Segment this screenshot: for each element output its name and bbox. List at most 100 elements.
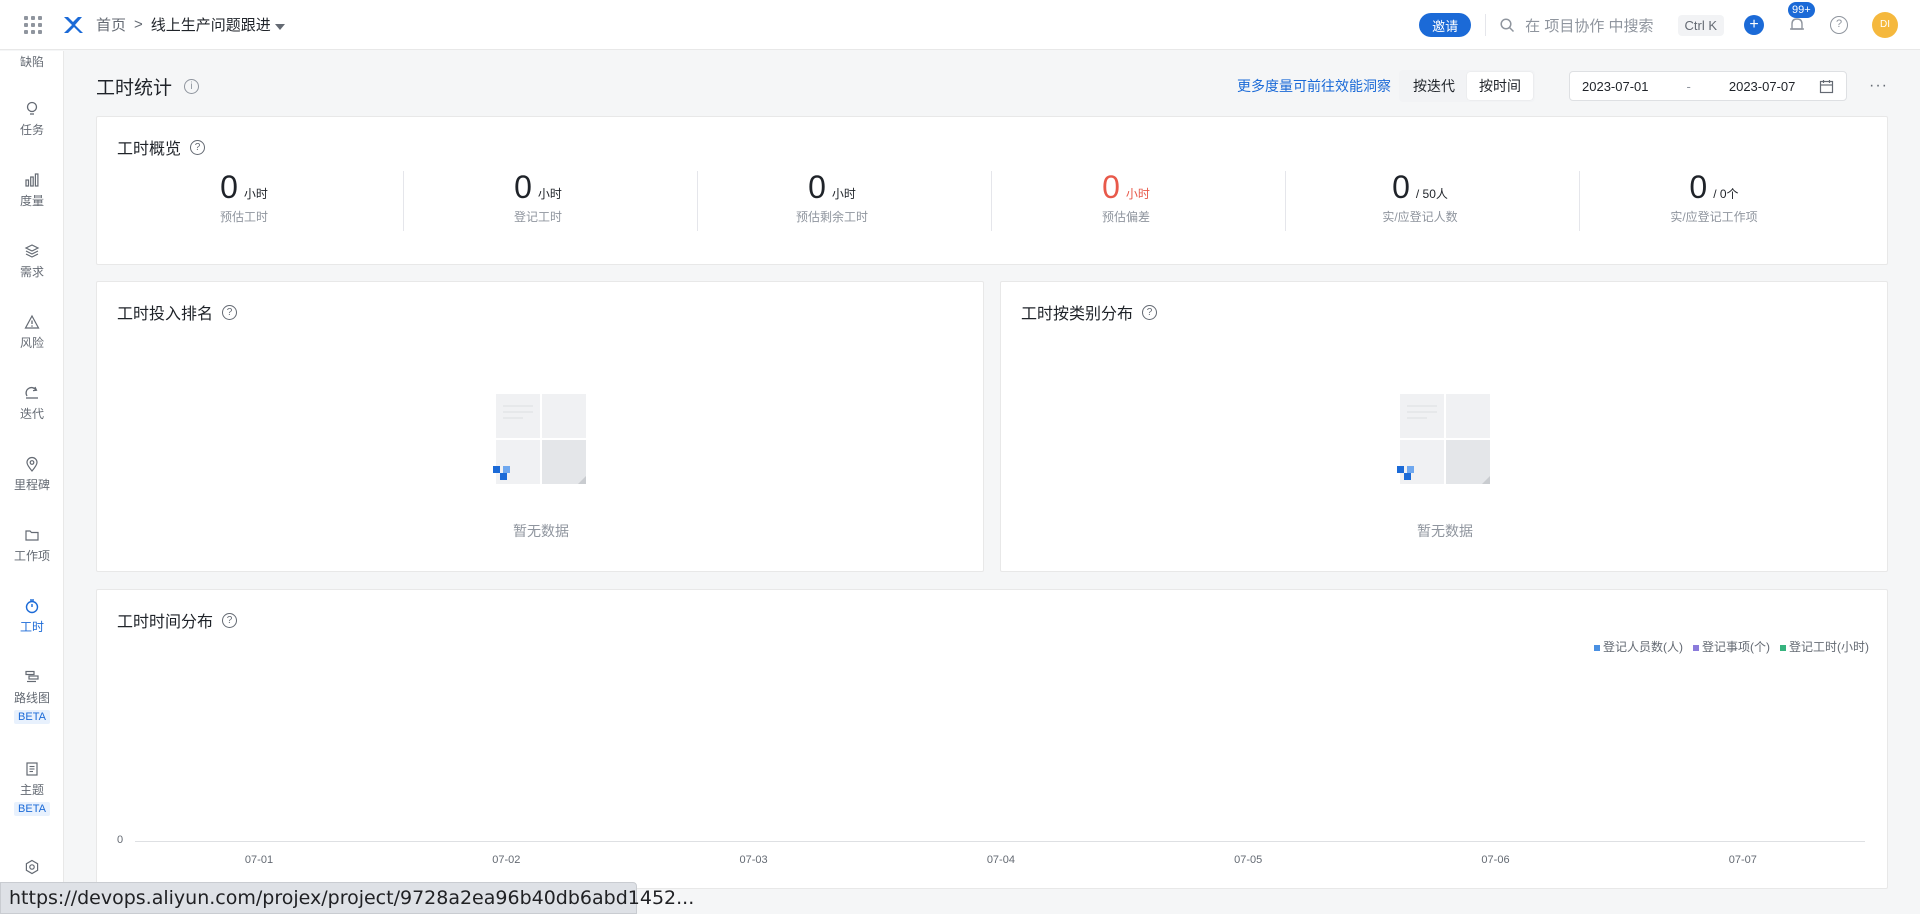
chart-legend: 登记人员数(人) 登记事项(个) 登记工时(小时) [1594, 638, 1869, 655]
x-axis-line [135, 841, 1865, 842]
question-icon[interactable]: ? [222, 612, 238, 628]
create-button[interactable]: + [1744, 15, 1764, 35]
question-icon[interactable]: ? [222, 304, 238, 320]
stat-unit: 小时 [1125, 187, 1150, 201]
sidebar-item-label: 风险 [19, 336, 44, 350]
sidebar-item-task[interactable]: 任务 [0, 101, 64, 138]
stat-workitems: 0 / 0个 实/应登记工作项 [1567, 169, 1861, 225]
top-right-actions: 邀请 在 项目协作 中搜索 Ctrl K + 99+ ? DI [1419, 0, 1920, 50]
sidebar-item-label: 工作项 [13, 549, 50, 563]
stat-people: 0 / 50人 实/应登记人数 [1273, 169, 1567, 225]
app-grid-icon[interactable] [24, 15, 42, 34]
beta-badge: BETA [14, 802, 50, 816]
stat-unit: / 0个 [1713, 187, 1739, 201]
stat-unit: / 50人 [1415, 187, 1448, 201]
efficiency-insight-link[interactable]: 更多度量可前往效能洞察 [1237, 76, 1391, 96]
sidebar-item-roadmap[interactable]: 路线图 BETA [0, 669, 64, 724]
sidebar-item-label: 缺陷 [19, 55, 44, 69]
help-icon[interactable]: ? [1830, 16, 1848, 34]
invite-button[interactable]: 邀请 [1419, 13, 1472, 37]
category-title: 工时按类别分布 [1021, 306, 1134, 323]
stat-label: 实/应登记人数 [1382, 210, 1458, 224]
sidebar-item-workitem[interactable]: 工作项 [0, 527, 64, 564]
breadcrumb: 首页 > 线上生产问题跟进 [96, 14, 285, 35]
avatar[interactable]: DI [1872, 12, 1898, 38]
date-start[interactable]: 2023-07-01 [1582, 79, 1649, 94]
stat-estimated: 0 小时 预估工时 [97, 169, 391, 225]
sidebar-item-label: 需求 [19, 265, 44, 279]
sidebar-item-risk[interactable]: 风险 [0, 314, 64, 351]
header-actions: 更多度量可前往效能洞察 按迭代 按时间 2023-07-01 - 2023-07… [1237, 70, 1888, 102]
divider [1485, 14, 1487, 36]
sidebar-item-settings[interactable] [0, 859, 64, 879]
roadmap-icon [25, 670, 39, 683]
notification-button[interactable]: 99+ [1786, 2, 1815, 36]
question-icon[interactable]: ? [1142, 304, 1158, 320]
stat-label: 预估工时 [219, 210, 268, 224]
logo-icon[interactable] [62, 14, 84, 36]
bar-chart-icon [25, 173, 39, 187]
more-menu-icon[interactable]: ··· [1869, 77, 1888, 95]
bulb-icon [26, 101, 38, 115]
search-icon [1500, 17, 1515, 32]
sidebar-item-label: 主题 [19, 783, 44, 797]
x-tick-label: 07-07 [1728, 854, 1757, 866]
stat-value: 0 [1392, 169, 1410, 205]
sidebar-item-metrics[interactable]: 度量 [0, 172, 64, 209]
timeline-title: 工时时间分布 [117, 614, 214, 631]
calendar-icon [1819, 79, 1834, 93]
stat-logged: 0 小时 登记工时 [391, 169, 685, 225]
stat-label: 登记工时 [513, 210, 562, 224]
project-name: 线上生产问题跟进 [150, 17, 271, 34]
legend-item-people[interactable]: 登记人员数(人) [1594, 638, 1683, 655]
sidebar-item-theme[interactable]: 主题 BETA [0, 761, 64, 816]
overview-card: 工时概览 ? 0 小时 预估工时 0 小时 登记工时 0 小时 预估剩余工时 0 小时 … [96, 116, 1888, 265]
sidebar-item-bug[interactable]: 缺陷 [0, 53, 64, 70]
sidebar-item-iteration[interactable]: 迭代 [0, 385, 64, 422]
sidebar-item-milestone[interactable]: 里程碑 [0, 456, 64, 493]
stat-unit: 小时 [831, 187, 856, 201]
empty-data-icon [493, 394, 586, 484]
sidebar-item-label: 度量 [19, 194, 44, 208]
project-switcher[interactable]: 线上生产问题跟进 [151, 14, 285, 35]
category-card: 工时按类别分布 ? 暂无数据 [1000, 281, 1888, 572]
notification-badge: 99+ [1788, 2, 1815, 18]
sidebar-item-worktime[interactable]: 工时 [0, 598, 64, 635]
overview-title: 工时概览 [117, 141, 182, 158]
legend-item-hours[interactable]: 登记工时(小时) [1780, 638, 1869, 655]
x-tick-label: 07-06 [1481, 854, 1510, 866]
ranking-card: 工时投入排名 ? 暂无数据 [96, 281, 984, 572]
timer-icon [25, 599, 39, 614]
legend-swatch [1594, 644, 1600, 651]
folder-icon [25, 530, 39, 541]
global-search[interactable]: 在 项目协作 中搜索 Ctrl K [1500, 14, 1724, 36]
chevron-down-icon [274, 24, 285, 30]
sidebar-item-label: 工时 [19, 620, 44, 634]
search-placeholder: 在 项目协作 中搜索 [1525, 17, 1654, 35]
sidebar-item-label: 迭代 [19, 407, 44, 421]
breadcrumb-home[interactable]: 首页 [96, 14, 126, 35]
x-tick-label: 07-02 [492, 854, 521, 866]
seg-by-time[interactable]: 按时间 [1467, 72, 1534, 100]
sidebar: 缺陷 任务 度量 需求 风险 迭代 里程碑 工作项 工时 路线图 BETA 主题… [0, 51, 64, 914]
info-icon[interactable]: i [184, 78, 200, 94]
question-icon[interactable]: ? [190, 139, 206, 155]
view-mode-toggle: 按迭代 按时间 [1399, 70, 1536, 102]
sidebar-item-requirement[interactable]: 需求 [0, 243, 64, 280]
sidebar-item-label: 路线图 [13, 691, 50, 705]
cycle-icon [25, 386, 38, 399]
empty-state: 暂无数据 [1395, 394, 1495, 541]
card-title: 工时投入排名 ? [117, 300, 238, 324]
document-icon [26, 762, 38, 776]
warning-icon [24, 314, 40, 329]
layers-icon [24, 244, 40, 258]
date-end[interactable]: 2023-07-07 [1729, 79, 1796, 94]
status-bar-url: https://devops.aliyun.com/projex/project… [0, 882, 694, 914]
date-separator: - [1686, 78, 1691, 94]
location-icon [26, 456, 38, 472]
legend-item-items[interactable]: 登记事项(个) [1693, 638, 1770, 655]
seg-by-iteration[interactable]: 按迭代 [1401, 72, 1467, 100]
stat-deviation: 0 小时 预估偏差 [979, 169, 1273, 225]
date-range-picker[interactable]: 2023-07-01 - 2023-07-07 [1569, 71, 1848, 101]
empty-text: 暂无数据 [1417, 523, 1473, 539]
